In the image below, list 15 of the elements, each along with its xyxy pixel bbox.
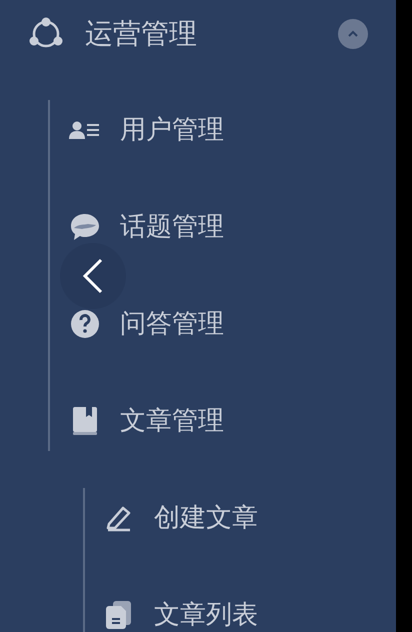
menu-item[interactable]: 文章管理 xyxy=(120,408,224,434)
book-icon xyxy=(72,406,98,436)
question-circle-icon xyxy=(70,309,100,339)
submenu-item[interactable]: 文章列表 xyxy=(154,596,258,632)
pencil-icon xyxy=(105,504,133,532)
menu-item[interactable]: 问答管理 xyxy=(120,311,224,337)
menu-item[interactable]: 话题管理 xyxy=(120,214,224,240)
menu-title[interactable]: 运营管理 xyxy=(85,13,197,55)
chat-bubble-icon xyxy=(70,213,100,241)
chevron-left-icon xyxy=(82,258,104,294)
chevron-up-icon xyxy=(346,29,360,39)
collapse-button[interactable] xyxy=(338,19,368,49)
submenu-item[interactable]: 创建文章 xyxy=(154,498,258,538)
user-list-icon xyxy=(69,120,101,140)
menu-item[interactable]: 用户管理 xyxy=(120,117,224,143)
